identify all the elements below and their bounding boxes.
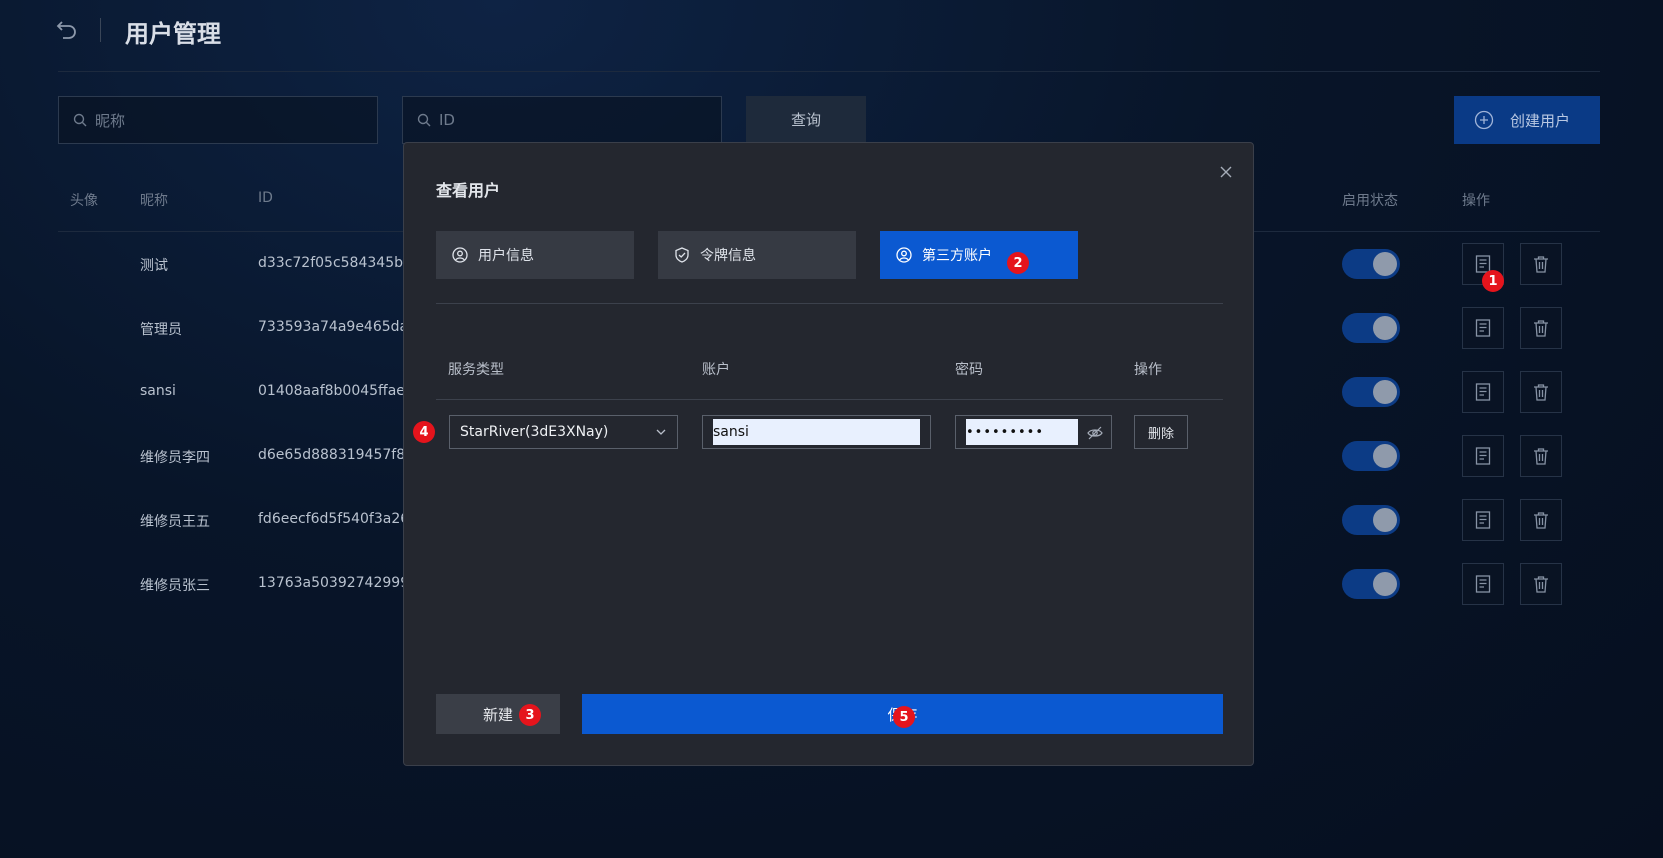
eye-off-icon[interactable] <box>1087 425 1103 441</box>
status-toggle[interactable] <box>1342 569 1400 599</box>
view-user-dialog: 查看用户 用户信息 令牌信息 第三方账户 2 服务类型 账户 密码 操作 4 S… <box>403 142 1254 766</box>
column-header-id: ID <box>258 190 273 206</box>
column-header-nickname: 昵称 <box>140 193 168 209</box>
annotation-badge-3: 3 <box>519 704 541 726</box>
id-search-placeholder: ID <box>439 111 455 129</box>
toggle-knob <box>1373 380 1397 404</box>
trash-icon <box>1534 320 1548 337</box>
search-icon <box>417 113 431 127</box>
view-button[interactable] <box>1462 435 1504 477</box>
delete-user-button[interactable] <box>1520 371 1562 413</box>
new-label: 新建 <box>482 705 513 724</box>
column-header-account: 账户 <box>702 362 730 378</box>
status-toggle[interactable] <box>1342 505 1400 535</box>
delete-user-button[interactable] <box>1520 243 1562 285</box>
document-icon <box>1475 383 1491 401</box>
delete-user-button[interactable] <box>1520 435 1562 477</box>
column-header-password: 密码 <box>955 362 983 378</box>
toggle-knob <box>1373 572 1397 596</box>
tab-label: 第三方账户 <box>922 248 992 264</box>
chevron-down-icon <box>656 429 666 435</box>
row-nickname: 管理员 <box>140 322 182 338</box>
row-nickname: 维修员张三 <box>140 578 210 594</box>
document-icon <box>1475 575 1491 593</box>
delete-user-button[interactable] <box>1520 563 1562 605</box>
nickname-search-input[interactable]: 昵称 <box>58 96 378 144</box>
query-button[interactable]: 查询 <box>746 96 866 142</box>
row-nickname: 维修员李四 <box>140 450 210 466</box>
document-icon <box>1475 511 1491 529</box>
account-input[interactable]: sansi <box>702 415 931 449</box>
columns-divider <box>436 399 1223 400</box>
trash-icon <box>1534 512 1548 529</box>
header-divider <box>100 18 101 42</box>
trash-icon <box>1534 256 1548 273</box>
header-divider-line <box>58 71 1600 72</box>
trash-icon <box>1534 384 1548 401</box>
document-icon <box>1475 319 1491 337</box>
toggle-knob <box>1373 508 1397 532</box>
trash-icon <box>1534 576 1548 593</box>
tab-third-party-accounts[interactable]: 第三方账户 <box>880 231 1078 279</box>
page-title: 用户管理 <box>125 20 221 48</box>
column-header-service-type: 服务类型 <box>448 362 504 378</box>
view-button[interactable] <box>1462 563 1504 605</box>
user-circle-icon <box>896 247 912 263</box>
row-id: d6e65d888319457f8b <box>258 447 414 463</box>
user-circle-icon <box>452 247 468 263</box>
tab-label: 用户信息 <box>478 248 534 264</box>
row-nickname: sansi <box>140 383 176 399</box>
status-toggle[interactable] <box>1342 377 1400 407</box>
view-button[interactable] <box>1462 307 1504 349</box>
row-id: 13763a50392742999b <box>258 575 418 591</box>
status-toggle[interactable] <box>1342 313 1400 343</box>
toggle-knob <box>1373 252 1397 276</box>
close-icon[interactable] <box>1219 165 1233 179</box>
id-search-input[interactable]: ID <box>402 96 722 144</box>
trash-icon <box>1534 448 1548 465</box>
delete-user-button[interactable] <box>1520 307 1562 349</box>
row-id: fd6eecf6d5f540f3a26 <box>258 511 410 527</box>
service-type-select[interactable]: StarRiver(3dE3XNay) <box>449 415 678 449</box>
delete-user-button[interactable] <box>1520 499 1562 541</box>
row-id: d33c72f05c584345b8 <box>258 255 412 271</box>
back-icon[interactable] <box>56 18 78 40</box>
delete-account-button[interactable]: 删除 <box>1134 415 1188 449</box>
row-id: 733593a74a9e465dac <box>258 319 416 335</box>
annotation-badge-4: 4 <box>413 421 435 443</box>
nickname-search-placeholder: 昵称 <box>95 111 126 130</box>
dialog-title: 查看用户 <box>436 181 501 200</box>
column-header-actions: 操作 <box>1134 362 1162 378</box>
password-value: ••••••••• <box>966 419 1078 445</box>
annotation-badge-1: 1 <box>1482 270 1504 292</box>
shield-check-icon <box>675 247 689 263</box>
view-button[interactable] <box>1462 499 1504 541</box>
status-toggle[interactable] <box>1342 249 1400 279</box>
password-input[interactable]: ••••••••• <box>955 415 1112 449</box>
tab-token-info[interactable]: 令牌信息 <box>658 231 856 279</box>
search-icon <box>73 113 87 127</box>
plus-circle-icon <box>1474 110 1494 130</box>
toggle-knob <box>1373 444 1397 468</box>
row-nickname: 测试 <box>140 258 168 274</box>
document-icon <box>1475 447 1491 465</box>
row-nickname: 维修员王五 <box>140 514 210 530</box>
annotation-badge-5: 5 <box>893 706 915 728</box>
service-type-value: StarRiver(3dE3XNay) <box>460 424 609 440</box>
column-header-status: 启用状态 <box>1342 193 1398 209</box>
toggle-knob <box>1373 316 1397 340</box>
row-id: 01408aaf8b0045ffae6 <box>258 383 414 399</box>
new-account-button[interactable]: 新建 <box>436 694 560 734</box>
column-header-actions: 操作 <box>1462 193 1490 209</box>
create-user-label: 创建用户 <box>1510 111 1571 130</box>
view-button[interactable] <box>1462 371 1504 413</box>
status-toggle[interactable] <box>1342 441 1400 471</box>
tab-user-info[interactable]: 用户信息 <box>436 231 634 279</box>
create-user-button[interactable]: 创建用户 <box>1454 96 1600 144</box>
column-header-avatar: 头像 <box>70 193 98 209</box>
annotation-badge-2: 2 <box>1007 252 1029 274</box>
account-value: sansi <box>713 419 920 445</box>
tabs-divider <box>436 303 1223 304</box>
tab-label: 令牌信息 <box>700 248 756 264</box>
